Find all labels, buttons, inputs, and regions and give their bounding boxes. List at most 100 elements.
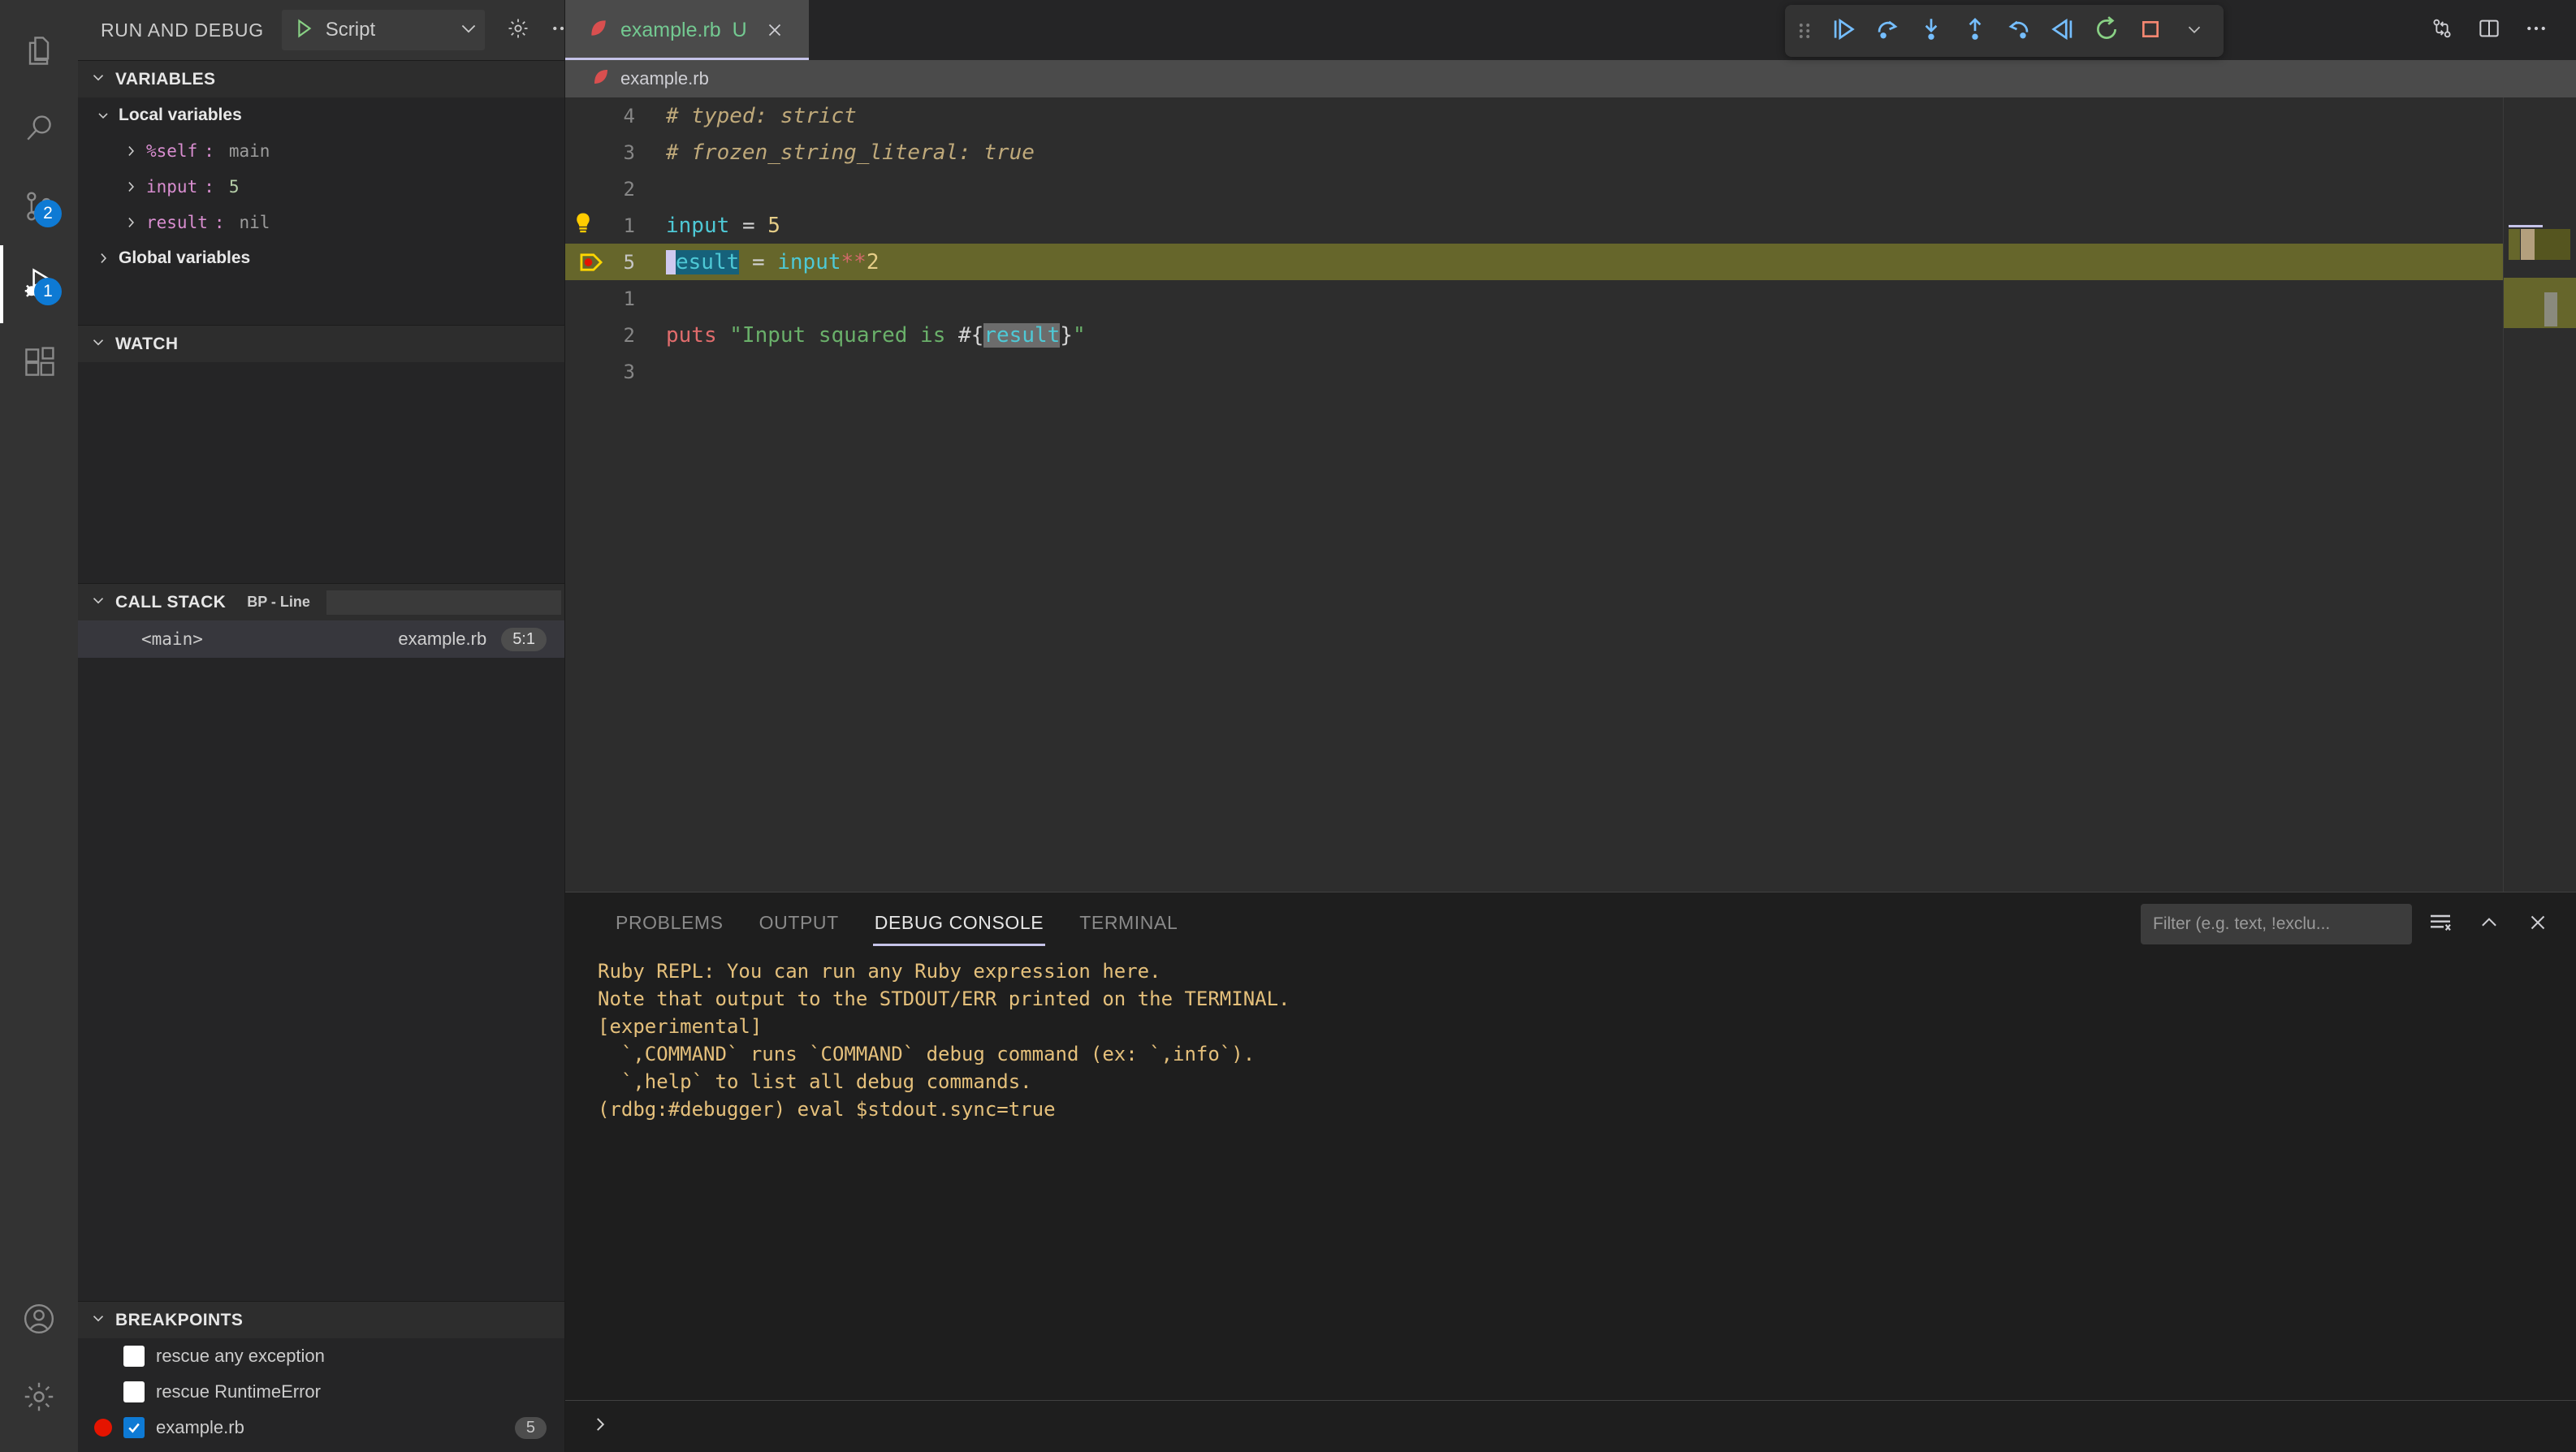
debug-step-back-button[interactable] — [1998, 10, 2040, 52]
debug-continue-button[interactable] — [1822, 10, 1865, 52]
panel-tabs: PROBLEMS OUTPUT DEBUG CONSOLE TERMINAL — [565, 892, 1195, 953]
launch-configuration-select[interactable]: Script — [281, 10, 485, 50]
breakpoint-row[interactable]: rescue RuntimeError — [78, 1374, 564, 1410]
activity-bar-item-extensions[interactable] — [0, 323, 78, 401]
chevron-down-icon — [94, 107, 112, 123]
code-line[interactable]: 1 input = 5 — [565, 207, 2503, 244]
close-panel-button[interactable] — [2518, 904, 2558, 944]
extensions-icon — [21, 344, 57, 380]
console-line: Note that output to the STDOUT/ERR print… — [598, 987, 1290, 1010]
code-line[interactable]: 1 — [565, 280, 2503, 317]
breadcrumb[interactable]: example.rb — [565, 60, 2576, 97]
activity-bar-item-source-control[interactable]: 2 — [0, 167, 78, 245]
code-line[interactable]: 4 # typed: strict — [565, 97, 2503, 134]
start-debugging-icon[interactable] — [292, 16, 316, 45]
lightbulb-icon[interactable] — [574, 212, 592, 235]
repl-input[interactable] — [622, 1415, 2576, 1438]
activity-bar-item-manage[interactable] — [0, 1358, 78, 1436]
manage-gear-icon — [21, 1379, 57, 1415]
breakpoint-row[interactable]: rescue any exception — [78, 1338, 564, 1374]
debug-reverse-continue-button[interactable] — [2042, 10, 2084, 52]
activity-bar-item-explorer[interactable] — [0, 11, 78, 89]
ruby-file-icon — [588, 18, 609, 43]
account-icon — [21, 1301, 57, 1337]
code-editor[interactable]: 4 # typed: strict 3 # frozen_string_lite… — [565, 97, 2576, 892]
debug-step-out-button[interactable] — [1954, 10, 1996, 52]
debug-session-dropdown-button[interactable] — [2173, 10, 2215, 52]
split-editor-icon — [2476, 15, 2502, 45]
variable-value: main — [228, 141, 270, 161]
panel-tab-output[interactable]: OUTPUT — [741, 892, 857, 953]
code-line[interactable]: 2 — [565, 171, 2503, 207]
watch-section: WATCH — [78, 325, 564, 583]
watch-title: WATCH — [115, 334, 179, 353]
breakpoint-current-execution-icon[interactable] — [572, 244, 611, 280]
code-line[interactable]: 3 # frozen_string_literal: true — [565, 134, 2503, 171]
breakpoint-checkbox[interactable] — [123, 1417, 145, 1438]
breadcrumb-item-file[interactable]: example.rb — [620, 68, 709, 89]
breakpoints-section-header[interactable]: BREAKPOINTS — [78, 1301, 564, 1338]
call-stack-section-header[interactable]: CALL STACK BP - Line — [78, 583, 564, 620]
breakpoint-row[interactable]: example.rb 5 — [78, 1410, 564, 1446]
drag-handle-icon[interactable] — [1788, 11, 1821, 50]
close-icon[interactable] — [759, 14, 791, 46]
split-editor-button[interactable] — [2469, 10, 2509, 50]
code-line[interactable]: 2 puts "Input squared is #{result}" — [565, 317, 2503, 353]
activity-bar-item-accounts[interactable] — [0, 1280, 78, 1358]
activity-bar-item-run-and-debug[interactable]: 1 — [0, 245, 78, 323]
code-line[interactable]: 3 — [565, 353, 2503, 390]
editor-tab-bar: example.rb U — [565, 0, 2576, 60]
debug-console-output[interactable]: Ruby REPL: You can run any Ruby expressi… — [565, 953, 2576, 1400]
console-filter-input[interactable] — [2141, 904, 2412, 944]
watch-section-header[interactable]: WATCH — [78, 325, 564, 362]
close-icon — [2526, 910, 2550, 939]
variable-name: result — [146, 213, 208, 232]
variables-group-global[interactable]: Global variables — [78, 240, 564, 276]
compare-changes-button[interactable] — [2422, 10, 2462, 50]
variable-value: 5 — [228, 177, 240, 197]
panel-tab-debug-console[interactable]: DEBUG CONSOLE — [857, 892, 1061, 953]
open-launch-json-button[interactable] — [498, 10, 538, 50]
line-number: 1 — [623, 287, 635, 310]
collapse-panel-button[interactable] — [2469, 904, 2509, 944]
clear-console-button[interactable] — [2420, 904, 2461, 944]
debug-step-over-button[interactable] — [1866, 10, 1908, 52]
code-content[interactable]: 4 # typed: strict 3 # frozen_string_lite… — [565, 97, 2503, 892]
breakpoint-checkbox[interactable] — [123, 1346, 145, 1367]
variables-tree: Local variables %self: main input: 5 res… — [78, 97, 564, 325]
variable-row-result[interactable]: result: nil — [78, 205, 564, 240]
call-stack-frame-position: 5:1 — [501, 627, 547, 651]
chevron-right-icon — [122, 143, 140, 159]
panel-actions — [2141, 904, 2576, 953]
editor-tab-label: example.rb — [620, 18, 721, 41]
code-line-current[interactable]: 5 |esult = input**2 — [565, 244, 2503, 280]
watch-list[interactable] — [78, 362, 564, 583]
editor-tab-example-rb[interactable]: example.rb U — [565, 0, 809, 60]
activity-bar-item-search[interactable] — [0, 89, 78, 167]
panel-tab-problems[interactable]: PROBLEMS — [598, 892, 741, 953]
search-icon — [21, 110, 57, 146]
editor-minimap[interactable] — [2503, 97, 2576, 892]
variable-row-self[interactable]: %self: main — [78, 133, 564, 169]
debug-step-into-button[interactable] — [1910, 10, 1952, 52]
reverse-continue-icon — [2049, 15, 2077, 47]
variables-group-local[interactable]: Local variables — [78, 97, 564, 133]
breakpoint-label: rescue RuntimeError — [156, 1381, 321, 1402]
debug-restart-button[interactable] — [2085, 10, 2128, 52]
call-stack-frame-row[interactable]: <main> example.rb 5:1 — [78, 620, 564, 658]
debug-console-repl[interactable] — [565, 1400, 2576, 1452]
call-stack-status: BP - Line — [247, 594, 310, 610]
chevron-down-icon — [457, 17, 480, 44]
breakpoint-checkbox[interactable] — [123, 1381, 145, 1402]
variables-section-header[interactable]: VARIABLES — [78, 60, 564, 97]
variable-name: input — [146, 177, 198, 197]
launch-configuration-name: Script — [325, 19, 376, 41]
line-number: 2 — [623, 177, 635, 201]
editor-more-actions-button[interactable] — [2516, 10, 2557, 50]
ruby-file-icon — [591, 67, 611, 91]
variable-row-input[interactable]: input: 5 — [78, 169, 564, 205]
panel-tab-terminal[interactable]: TERMINAL — [1061, 892, 1195, 953]
debug-stop-button[interactable] — [2129, 10, 2172, 52]
editor-scrollbar[interactable] — [2558, 97, 2576, 892]
more-actions-icon — [2524, 16, 2548, 45]
